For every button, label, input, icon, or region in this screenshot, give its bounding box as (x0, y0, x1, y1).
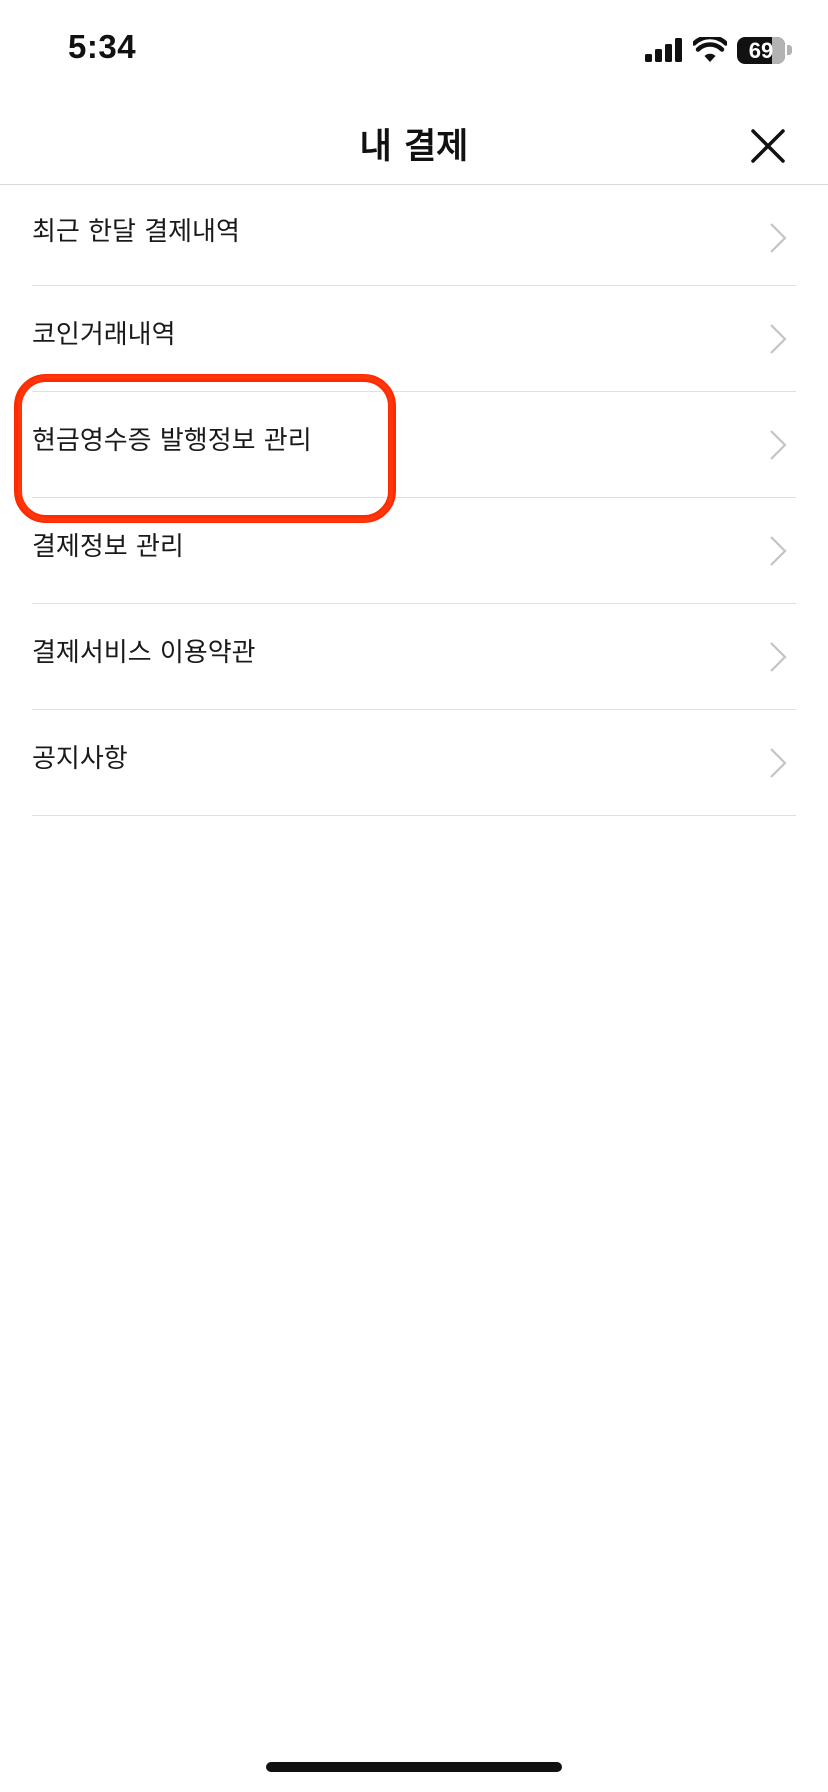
wifi-icon (693, 37, 727, 62)
chevron-right-icon (770, 748, 787, 778)
status-bar: 5:34 69 (0, 0, 828, 100)
battery-icon: 69 (737, 36, 785, 64)
menu-item-label: 코인거래내역 (32, 320, 176, 350)
menu-item-payment-terms[interactable]: 결제서비스 이용약관 (32, 604, 796, 710)
menu-item-notices[interactable]: 공지사항 (32, 710, 796, 816)
page-title: 내 결제 (359, 127, 469, 167)
battery-level: 69 (748, 37, 774, 63)
chevron-right-icon (770, 536, 787, 566)
menu-item-label: 결제정보 관리 (32, 532, 184, 562)
status-time: 5:34 (68, 28, 137, 65)
header: 내 결제 (0, 100, 828, 185)
home-indicator (266, 1762, 562, 1772)
menu-list: 최근 한달 결제내역 코인거래내역 현금영수증 발행정보 관리 결제정보 관리 … (32, 185, 796, 816)
menu-item-coin-transaction-history[interactable]: 코인거래내역 (32, 286, 796, 392)
close-icon (751, 129, 785, 163)
menu-item-recent-payment-history[interactable]: 최근 한달 결제내역 (32, 185, 796, 286)
menu-item-label: 공지사항 (32, 744, 128, 774)
menu-item-label: 현금영수증 발행정보 관리 (32, 426, 312, 456)
menu-item-label: 최근 한달 결제내역 (32, 217, 240, 247)
close-button[interactable] (736, 114, 800, 178)
menu-item-label: 결제서비스 이용약관 (32, 638, 256, 668)
chevron-right-icon (770, 324, 787, 354)
chevron-right-icon (770, 430, 787, 460)
battery-tip (787, 45, 792, 55)
chevron-right-icon (770, 642, 787, 672)
cellular-signal-icon (645, 38, 682, 62)
menu-item-cash-receipt-info[interactable]: 현금영수증 발행정보 관리 (32, 392, 796, 498)
status-icons: 69 (645, 34, 792, 66)
chevron-right-icon (770, 223, 787, 253)
menu-item-payment-info[interactable]: 결제정보 관리 (32, 498, 796, 604)
